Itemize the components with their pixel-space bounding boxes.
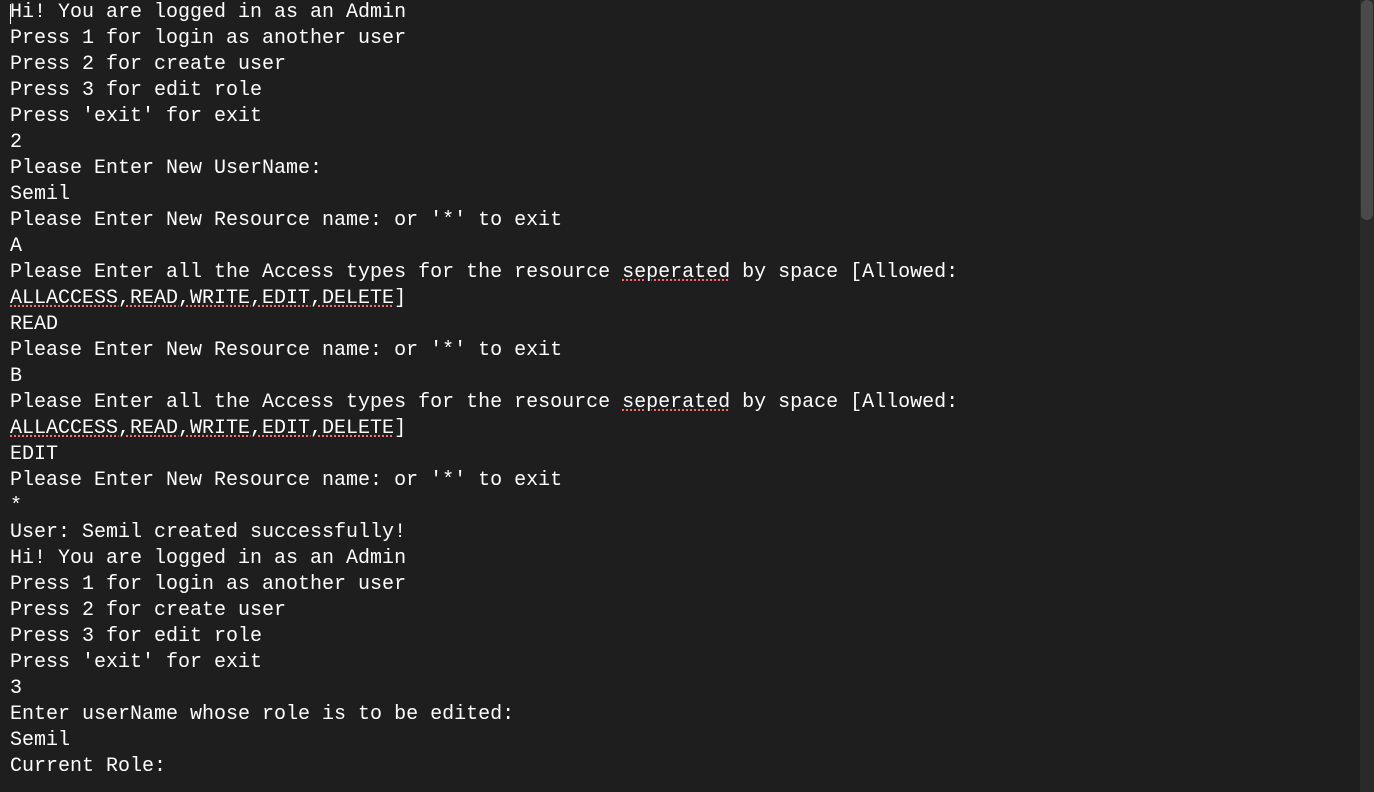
- terminal-text-segment: Semil: [10, 729, 70, 752]
- terminal-text-segment: READ: [10, 313, 58, 336]
- terminal-text-segment: Hi! You are logged in as an Admin: [10, 1, 406, 24]
- terminal-text-segment: 2: [10, 131, 22, 154]
- terminal-text-segment: A: [10, 235, 22, 258]
- terminal-text-segment: by space [Allowed:: [730, 391, 970, 414]
- terminal-line: READ: [10, 312, 1350, 338]
- terminal-line: Semil: [10, 728, 1350, 754]
- terminal-line: Press 2 for create user: [10, 598, 1350, 624]
- terminal-text-segment: seperated: [622, 261, 730, 284]
- terminal-line: User: Semil created successfully!: [10, 520, 1350, 546]
- terminal-text-segment: Press 2 for create user: [10, 599, 286, 622]
- terminal-text-segment: Semil: [10, 183, 70, 206]
- terminal-text-segment: Press 2 for create user: [10, 53, 286, 76]
- terminal-text-segment: by space [Allowed:: [730, 261, 970, 284]
- terminal-line: Press 1 for login as another user: [10, 572, 1350, 598]
- terminal-line: Press 3 for edit role: [10, 624, 1350, 650]
- terminal-line: Please Enter all the Access types for th…: [10, 260, 1350, 312]
- terminal-line: A: [10, 234, 1350, 260]
- terminal-text-segment: Press 1 for login as another user: [10, 573, 406, 596]
- terminal-line: Please Enter New UserName:: [10, 156, 1350, 182]
- terminal-line: Hi! You are logged in as an Admin: [10, 0, 1350, 26]
- terminal-line: Please Enter New Resource name: or '*' t…: [10, 208, 1350, 234]
- terminal-line: Press 'exit' for exit: [10, 104, 1350, 130]
- terminal-text-segment: EDIT: [10, 443, 58, 466]
- terminal-line: Please Enter all the Access types for th…: [10, 390, 1350, 442]
- terminal-text-segment: ALLACCESS,READ,WRITE,EDIT,DELETE: [10, 417, 394, 440]
- terminal-text-segment: Please Enter New Resource name: or '*' t…: [10, 209, 562, 232]
- terminal-line: 2: [10, 130, 1350, 156]
- terminal-line: *: [10, 494, 1350, 520]
- terminal-text-segment: 3: [10, 677, 22, 700]
- terminal-line: B: [10, 364, 1350, 390]
- terminal-text-segment: Hi! You are logged in as an Admin: [10, 547, 406, 570]
- terminal-output[interactable]: Hi! You are logged in as an Admin Press 1…: [0, 0, 1360, 792]
- terminal-text-segment: ]: [394, 287, 406, 310]
- terminal-text-segment: Please Enter all the Access types for th…: [10, 261, 622, 284]
- terminal-text-segment: Press 'exit' for exit: [10, 105, 262, 128]
- scrollbar-track[interactable]: [1360, 0, 1374, 792]
- terminal-text-segment: ]: [394, 417, 406, 440]
- terminal-line: Enter userName whose role is to be edite…: [10, 702, 1350, 728]
- terminal-line: Hi! You are logged in as an Admin: [10, 546, 1350, 572]
- terminal-text-segment: Please Enter New Resource name: or '*' t…: [10, 469, 562, 492]
- terminal-text-segment: Press 1 for login as another user: [10, 27, 406, 50]
- terminal-line: Press 'exit' for exit: [10, 650, 1350, 676]
- terminal-line: Press 2 for create user: [10, 52, 1350, 78]
- terminal-line: Please Enter New Resource name: or '*' t…: [10, 338, 1350, 364]
- terminal-line: Press 1 for login as another user: [10, 26, 1350, 52]
- terminal-text-segment: ALLACCESS,READ,WRITE,EDIT,DELETE: [10, 287, 394, 310]
- terminal-text-segment: Please Enter New UserName:: [10, 157, 322, 180]
- terminal-text-segment: Please Enter all the Access types for th…: [10, 391, 622, 414]
- terminal-line: 3: [10, 676, 1350, 702]
- terminal-text-segment: seperated: [622, 391, 730, 414]
- terminal-line: Press 3 for edit role: [10, 78, 1350, 104]
- terminal-text-segment: Current Role:: [10, 755, 166, 778]
- terminal-text-segment: User: Semil created successfully!: [10, 521, 406, 544]
- terminal-line: Please Enter New Resource name: or '*' t…: [10, 468, 1350, 494]
- terminal-text-segment: Please Enter New Resource name: or '*' t…: [10, 339, 562, 362]
- terminal-text-segment: Press 3 for edit role: [10, 79, 262, 102]
- terminal-text-segment: Enter userName whose role is to be edite…: [10, 703, 514, 726]
- terminal-line: Semil: [10, 182, 1350, 208]
- scrollbar-thumb[interactable]: [1361, 0, 1373, 220]
- terminal-line: Current Role:: [10, 754, 1350, 780]
- terminal-text-segment: Press 3 for edit role: [10, 625, 262, 648]
- terminal-text-segment: Press 'exit' for exit: [10, 651, 262, 674]
- terminal-text-segment: B: [10, 365, 22, 388]
- terminal-text-segment: *: [10, 495, 22, 518]
- terminal-line: EDIT: [10, 442, 1350, 468]
